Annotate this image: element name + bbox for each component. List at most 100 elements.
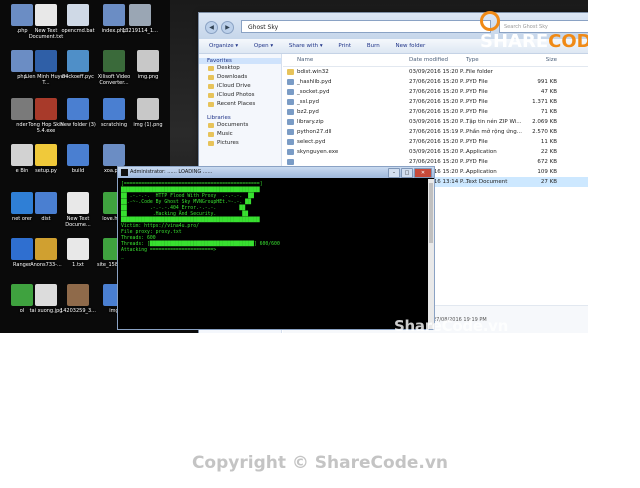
desktop-icon[interactable]: 13219114_1...: [118, 4, 162, 34]
minimize-button[interactable]: –: [388, 168, 400, 178]
file-row[interactable]: skynguyen.exe 03/09/2016 15:20 P... Applic…: [283, 147, 588, 157]
file-name: _ssl.pyd: [297, 99, 319, 105]
file-name: select.pyd: [297, 139, 326, 145]
desktop-screen: .php New Text Document.txt opencmd.bat inde…: [0, 0, 588, 333]
col-date[interactable]: Date modified: [409, 54, 448, 66]
file-icon: [67, 50, 89, 72]
file-size: 22 KB: [540, 149, 557, 155]
file-date: 27/06/2016 15:20 P...: [409, 99, 468, 105]
desktop-icon[interactable]: img.png: [126, 50, 170, 80]
file-name: skynguyen.exe: [297, 149, 339, 155]
file-icon: [35, 50, 57, 72]
file-row[interactable]: _socket.pyd 27/06/2016 15:20 P... PYD File…: [283, 87, 588, 97]
burn-button[interactable]: Burn: [367, 43, 380, 49]
close-button[interactable]: ✕: [414, 168, 432, 178]
file-type: Tập tin nén ZIP Wi...: [466, 119, 522, 125]
file-icon: [67, 192, 89, 214]
nav-item-recent-places[interactable]: Recent Places: [199, 100, 281, 109]
file-size: 672 KB: [537, 159, 557, 165]
file-name: bz2.pyd: [297, 109, 319, 115]
file-icon: [67, 98, 89, 120]
file-icon: [287, 129, 294, 135]
file-name: _socket.pyd: [297, 89, 330, 95]
file-name: _hashlib.pyd: [297, 79, 332, 85]
file-size: 2.570 KB: [532, 129, 557, 135]
nav-item-music[interactable]: Music: [199, 130, 281, 139]
file-icon: [137, 50, 159, 72]
file-icon: [103, 144, 125, 166]
print-button[interactable]: Print: [338, 43, 351, 49]
nav-item-documents[interactable]: Documents: [199, 121, 281, 130]
desktop-icon[interactable]: img (1).png: [126, 98, 170, 128]
folder-icon: [287, 69, 294, 75]
address-bar[interactable]: Ghost Sky: [241, 20, 491, 33]
nav-item-downloads[interactable]: Downloads: [199, 73, 281, 82]
file-size: 11 KB: [540, 139, 557, 145]
file-date: 03/09/2016 15:20 P...: [409, 69, 468, 75]
file-row[interactable]: _hashlib.pyd 27/06/2016 15:20 P... PYD Fil…: [283, 77, 588, 87]
file-date: 03/09/2016 15:20 P...: [409, 119, 468, 125]
file-icon: [35, 4, 57, 26]
copyright-text: Copyright © ShareCode.vn: [191, 453, 449, 473]
file-type: PYD File: [466, 109, 488, 115]
organize-button[interactable]: Organize ▾: [209, 43, 238, 49]
file-name: library.zip: [297, 119, 324, 125]
file-icon: [129, 4, 151, 26]
file-type: File folder: [466, 69, 493, 75]
col-name[interactable]: Name: [297, 54, 313, 66]
forward-icon[interactable]: ▶: [221, 21, 234, 34]
file-icon: [35, 98, 57, 120]
file-row[interactable]: library.zip 03/09/2016 15:20 P... Tập tin …: [283, 117, 588, 127]
file-icon: [287, 109, 294, 115]
file-icon: [287, 159, 294, 165]
file-date: 27/06/2016 15:20 P...: [409, 109, 468, 115]
file-type: PYD File: [466, 99, 488, 105]
file-icon: [35, 238, 57, 260]
nav-item-icloud-drive[interactable]: iCloud Drive: [199, 82, 281, 91]
console-title: Administrator: ...... LOADING ......: [130, 169, 213, 175]
new-folder-button[interactable]: New folder: [396, 43, 426, 49]
file-icon: [67, 4, 89, 26]
console-line: _: [121, 254, 124, 259]
col-type[interactable]: Type: [466, 54, 479, 66]
file-size: 2.069 KB: [532, 119, 557, 125]
file-row[interactable]: bdist.win32 03/09/2016 15:20 P... File fol…: [283, 67, 588, 77]
file-name: bdist.win32: [297, 69, 329, 75]
file-type: PYD File: [466, 89, 488, 95]
file-icon: [35, 144, 57, 166]
file-row[interactable]: _ssl.pyd 27/06/2016 15:20 P... PYD File 1.3…: [283, 97, 588, 107]
file-size: 109 KB: [537, 169, 557, 175]
sharecode-logo: SHARECODE: [480, 10, 588, 52]
maximize-button[interactable]: □: [401, 168, 413, 178]
file-row[interactable]: select.pyd 27/06/2016 15:20 P... PYD File 1…: [283, 137, 588, 147]
nav-item-desktop[interactable]: Desktop: [199, 64, 281, 73]
console-window: Administrator: ...... LOADING ...... – □ ✕…: [117, 166, 435, 330]
file-type: Text Document: [466, 179, 508, 185]
watermark: ShareCode.vn: [394, 317, 508, 333]
file-icon: [287, 99, 294, 105]
file-type: PYD File: [466, 159, 488, 165]
nav-item-icloud-photos[interactable]: iCloud Photos: [199, 91, 281, 100]
col-size[interactable]: Size: [523, 54, 557, 66]
share-button[interactable]: Share with ▾: [289, 43, 323, 49]
file-icon: [287, 139, 294, 145]
open-button[interactable]: Open ▾: [254, 43, 273, 49]
file-row[interactable]: bz2.pyd 27/06/2016 15:20 P... PYD File 71 K…: [283, 107, 588, 117]
file-type: Application: [466, 149, 497, 155]
file-icon: [67, 284, 89, 306]
file-date: 03/09/2016 15:20 P...: [409, 149, 468, 155]
logo-ring-icon: [480, 11, 500, 31]
file-size: 71 KB: [540, 109, 557, 115]
file-type: Phần mở rộng ứng...: [466, 129, 522, 135]
file-date: 27/06/2016 15:20 P...: [409, 139, 468, 145]
file-type: Application: [466, 169, 497, 175]
file-name: python27.dll: [297, 129, 332, 135]
nav-item-pictures[interactable]: Pictures: [199, 139, 281, 148]
file-size: 1.371 KB: [532, 99, 557, 105]
file-icon: [137, 98, 159, 120]
file-row[interactable]: python27.dll 27/06/2016 15:19 P... Phần mở…: [283, 127, 588, 137]
file-icon: [103, 98, 125, 120]
back-icon[interactable]: ◀: [205, 21, 218, 34]
file-date: 27/06/2016 15:20 P...: [409, 79, 468, 85]
console-scrollbar[interactable]: [428, 179, 434, 329]
